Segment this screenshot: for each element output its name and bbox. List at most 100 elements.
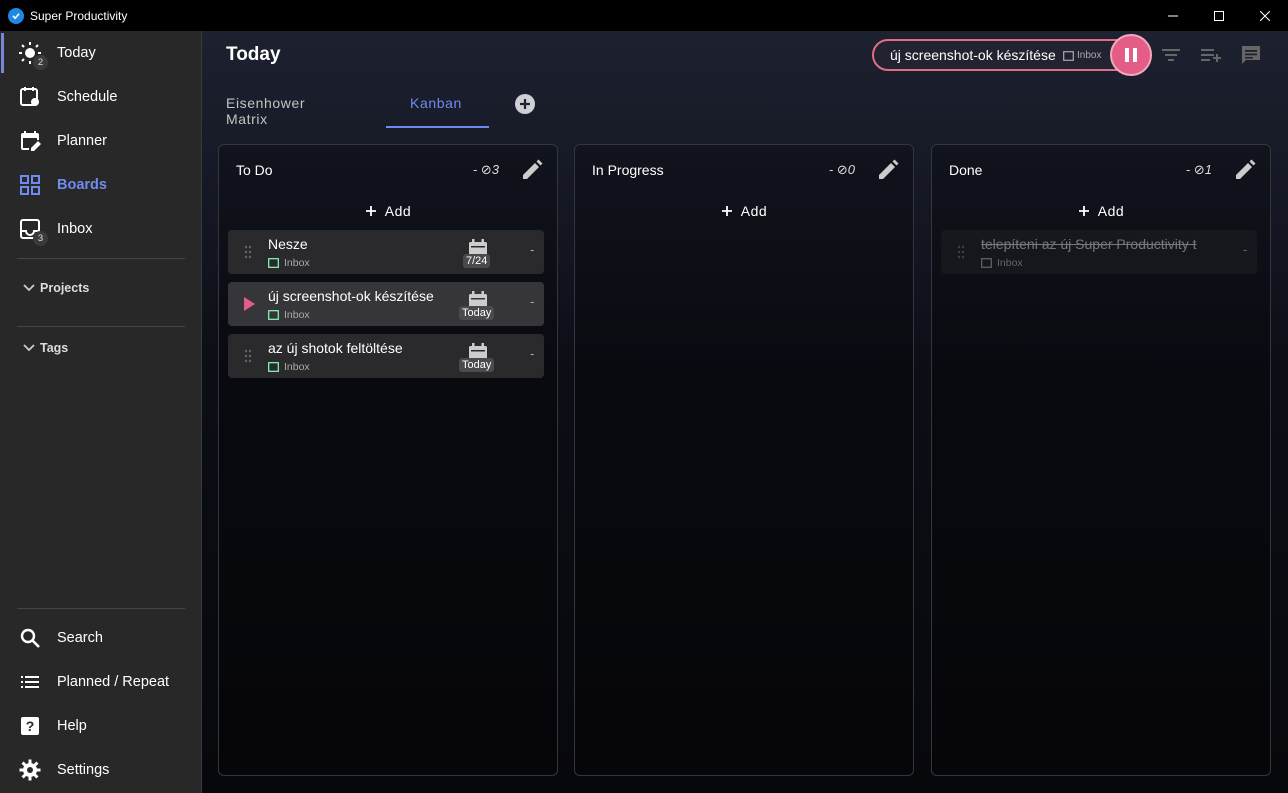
inbox-icon bbox=[268, 258, 279, 268]
help-icon: ? bbox=[21, 717, 39, 735]
kanban-column-in-progress: In Progress - ⊘0 Add bbox=[574, 144, 914, 776]
task-title: új screenshot-ok készítése bbox=[268, 288, 434, 304]
drag-handle-icon[interactable] bbox=[244, 245, 252, 259]
sidebar-item-inbox[interactable]: 3 Inbox bbox=[0, 207, 201, 251]
plus-icon bbox=[520, 99, 530, 109]
kanban-column-todo: To Do - ⊘3 Add Nesze Inbox 7/24 - új scr… bbox=[218, 144, 558, 776]
task-project: Inbox bbox=[268, 309, 310, 321]
sidebar-item-search[interactable]: Search bbox=[0, 616, 201, 660]
inbox-icon bbox=[268, 310, 279, 320]
sidebar-item-label: Today bbox=[57, 45, 96, 61]
add-to-list-icon[interactable] bbox=[1199, 43, 1223, 67]
add-task-button[interactable]: Add bbox=[575, 203, 913, 219]
edit-icon[interactable] bbox=[1233, 158, 1257, 182]
chevron-down-icon bbox=[23, 344, 35, 352]
calendar-edit-icon bbox=[21, 131, 41, 151]
task-card[interactable]: Nesze Inbox 7/24 - bbox=[228, 230, 544, 274]
task-time: - bbox=[530, 346, 535, 361]
current-task-project: Inbox bbox=[1063, 50, 1101, 61]
minimize-icon bbox=[1168, 15, 1178, 16]
edit-icon[interactable] bbox=[876, 158, 900, 182]
task-title: telepíteni az új Super Productivity t bbox=[981, 236, 1197, 252]
divider bbox=[17, 608, 185, 609]
column-title: Done bbox=[949, 162, 983, 178]
grid-icon bbox=[20, 175, 40, 195]
today-badge: 2 bbox=[33, 55, 48, 70]
close-icon bbox=[1260, 10, 1270, 21]
notes-icon[interactable] bbox=[1239, 43, 1263, 67]
add-task-button[interactable]: Add bbox=[219, 203, 557, 219]
task-project: Inbox bbox=[268, 257, 310, 269]
due-date-badge[interactable]: Today bbox=[459, 306, 495, 320]
edit-icon[interactable] bbox=[520, 158, 544, 182]
sidebar-item-label: Search bbox=[57, 630, 103, 646]
sidebar-item-label: Help bbox=[57, 718, 87, 734]
inbox-icon bbox=[981, 258, 992, 268]
inbox-icon bbox=[268, 362, 279, 372]
projects-group-toggle[interactable]: Projects bbox=[22, 281, 89, 295]
minimize-button[interactable] bbox=[1150, 0, 1196, 31]
add-board-button[interactable] bbox=[515, 94, 535, 114]
divider bbox=[17, 326, 185, 327]
current-task-title: új screenshot-ok készítése bbox=[890, 47, 1056, 63]
task-card[interactable]: az új shotok feltöltése Inbox Today - bbox=[228, 334, 544, 378]
sidebar-item-schedule[interactable]: Schedule bbox=[0, 75, 201, 119]
task-time: - bbox=[530, 294, 535, 309]
due-date-badge[interactable]: Today bbox=[459, 358, 495, 372]
svg-text:?: ? bbox=[26, 718, 35, 734]
column-title: In Progress bbox=[592, 162, 664, 178]
group-label: Projects bbox=[40, 281, 90, 295]
plus-icon bbox=[365, 206, 376, 216]
filter-icon[interactable] bbox=[1159, 43, 1183, 67]
sidebar-item-settings[interactable]: Settings bbox=[0, 748, 201, 792]
group-label: Tags bbox=[40, 341, 69, 355]
sidebar-item-label: Planned / Repeat bbox=[57, 674, 170, 690]
task-card[interactable]: új screenshot-ok készítése Inbox Today - bbox=[228, 282, 544, 326]
sidebar-item-label: Inbox bbox=[57, 221, 93, 237]
task-title: az új shotok feltöltése bbox=[268, 340, 403, 356]
task-time: - bbox=[1243, 242, 1248, 257]
list-icon bbox=[21, 676, 39, 688]
sidebar-item-label: Schedule bbox=[57, 89, 118, 105]
pause-timer-button[interactable] bbox=[1110, 34, 1152, 76]
kanban-column-done: Done - ⊘1 Add telepíteni az új Super Pro… bbox=[931, 144, 1271, 776]
due-date-badge[interactable]: 7/24 bbox=[463, 254, 491, 268]
sidebar-item-planned-repeat[interactable]: Planned / Repeat bbox=[0, 660, 201, 704]
sidebar-item-boards[interactable]: Boards bbox=[0, 163, 201, 207]
task-card[interactable]: telepíteni az új Super Productivity t In… bbox=[941, 230, 1257, 274]
search-icon bbox=[20, 628, 40, 648]
pause-icon bbox=[1125, 48, 1137, 62]
task-time: - bbox=[530, 242, 535, 257]
current-task-chip[interactable]: új screenshot-ok készítése Inbox bbox=[872, 39, 1148, 71]
app-logo-icon bbox=[8, 7, 24, 24]
sidebar-item-planner[interactable]: Planner bbox=[0, 119, 201, 163]
title-bar: Super Productivity bbox=[0, 0, 1288, 31]
tab-kanban[interactable]: Kanban bbox=[410, 95, 462, 111]
page-title: Today bbox=[226, 44, 281, 65]
sidebar-item-today[interactable]: 2 Today bbox=[0, 31, 201, 75]
drag-handle-icon[interactable] bbox=[244, 349, 252, 363]
calendar-clock-icon bbox=[20, 87, 39, 106]
maximize-icon bbox=[1214, 10, 1224, 21]
sidebar-item-label: Planner bbox=[57, 133, 107, 149]
drag-handle-icon[interactable] bbox=[957, 245, 965, 259]
play-icon[interactable] bbox=[243, 297, 255, 311]
column-title: To Do bbox=[236, 162, 273, 178]
close-button[interactable] bbox=[1242, 0, 1288, 31]
maximize-button[interactable] bbox=[1196, 0, 1242, 31]
chevron-down-icon bbox=[23, 284, 35, 292]
column-count: - ⊘3 bbox=[472, 162, 499, 177]
task-project: Inbox bbox=[268, 361, 310, 373]
gear-icon bbox=[19, 759, 41, 781]
column-count: - ⊘1 bbox=[1185, 162, 1212, 177]
add-task-button[interactable]: Add bbox=[932, 203, 1270, 219]
main-content: Today új screenshot-ok készítése Inbox E… bbox=[202, 31, 1288, 793]
plus-icon bbox=[721, 206, 732, 216]
tags-group-toggle[interactable]: Tags bbox=[22, 341, 68, 355]
plus-icon bbox=[1078, 206, 1089, 216]
sidebar-item-help[interactable]: ? Help bbox=[0, 704, 201, 748]
tab-eisenhower-matrix[interactable]: Eisenhower Matrix bbox=[226, 95, 305, 127]
task-project: Inbox bbox=[981, 257, 1023, 269]
inbox-icon bbox=[1063, 50, 1074, 61]
divider bbox=[17, 258, 185, 259]
